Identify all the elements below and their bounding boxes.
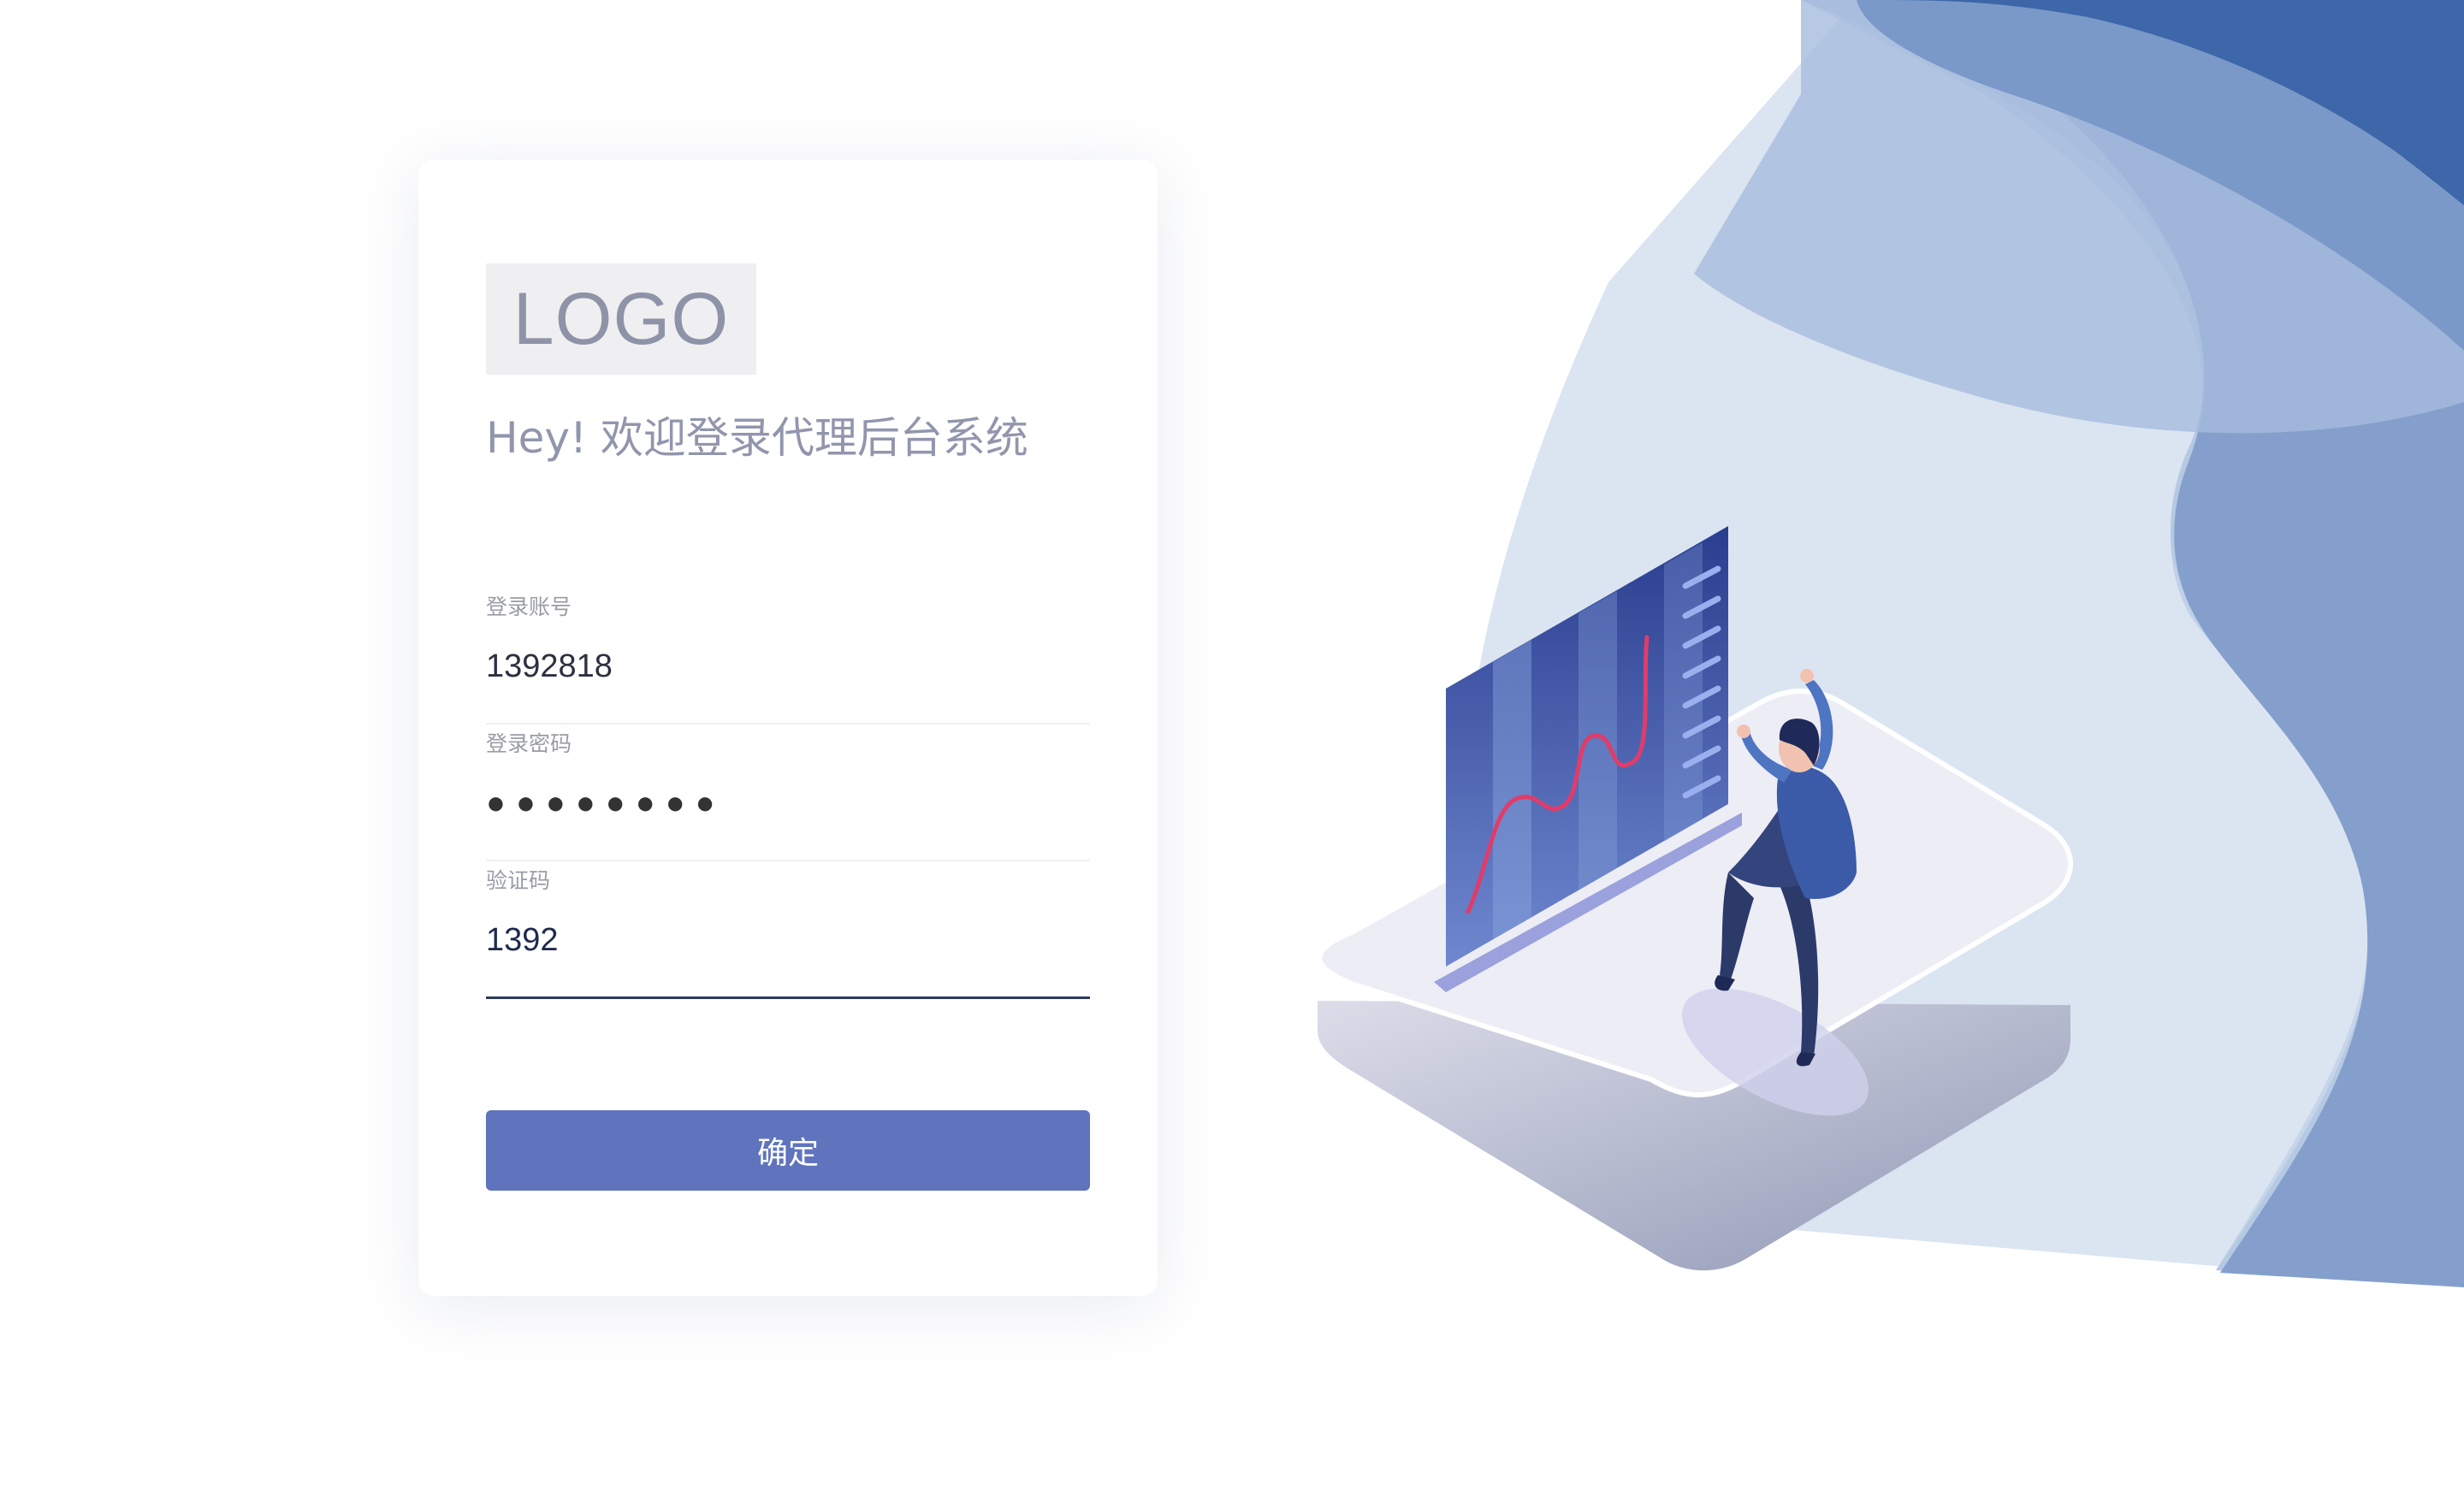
- account-input[interactable]: [486, 639, 1090, 694]
- password-field: 登录密码: [486, 731, 1090, 861]
- account-field: 登录账号: [486, 594, 1090, 724]
- captcha-label: 验证码: [486, 868, 551, 893]
- login-card: LOGO Hey! 欢迎登录代理后台系统 登录账号 登录密码 验证码 确定: [418, 160, 1158, 1296]
- captcha-field: 验证码: [486, 868, 1090, 999]
- brand-logo: LOGO: [486, 263, 756, 375]
- password-label: 登录密码: [486, 731, 572, 756]
- login-page: LOGO Hey! 欢迎登录代理后台系统 登录账号 登录密码 验证码 确定: [0, 0, 2464, 1502]
- hero-illustration: [1317, 0, 2464, 1287]
- captcha-input[interactable]: [486, 913, 1090, 967]
- welcome-title: Hey! 欢迎登录代理后台系统: [486, 413, 1028, 463]
- account-label: 登录账号: [486, 594, 572, 619]
- password-input[interactable]: [486, 776, 1090, 831]
- confirm-button[interactable]: 确定: [486, 1110, 1090, 1191]
